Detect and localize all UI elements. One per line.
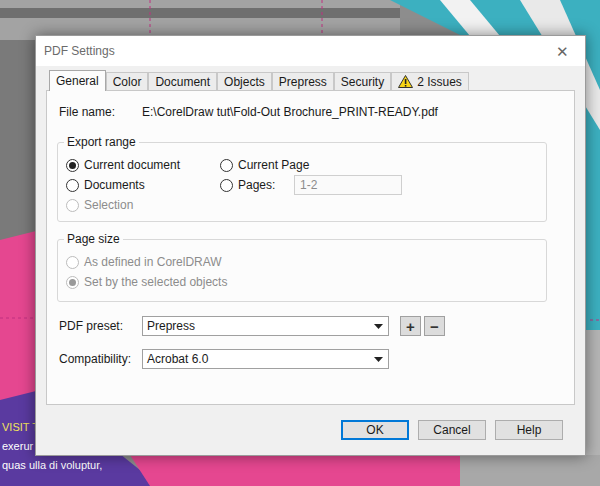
pages-label: Pages: [238,176,289,194]
button-label: Cancel [433,421,470,439]
radio-dot [69,279,76,286]
export-option[interactable]: Current document [66,155,220,175]
dialog-button[interactable]: OK [341,420,409,440]
warning-icon [398,75,413,88]
title-bar: PDF Settings ✕ [36,36,585,66]
pages-field: 1-2 [294,175,402,195]
radio-dot [69,162,76,169]
pdf-preset-dropdown[interactable]: Prepress [142,316,389,336]
window-title: PDF Settings [44,42,115,60]
group-title: Page size [64,232,123,246]
compatibility-row: Compatibility: Acrobat 6.0 [57,349,564,369]
radio-button[interactable] [220,179,233,192]
option-content: Documents [66,176,145,194]
option-label: Selection [84,196,133,214]
canvas-text: quas ulla di voluptur, [2,458,102,473]
option-content: Current Page [220,156,309,174]
tab-content: 2 Issues [398,73,462,91]
tab-content: Document [155,73,210,91]
tab-bar: General Color Document Objects Prepress Secur… [49,71,585,90]
compatibility-label: Compatibility: [59,350,142,368]
tab-content: General [56,72,99,90]
dialog-button[interactable]: Help [495,420,563,440]
export-option[interactable]: Current Page [220,155,546,175]
pdf-preset-label: PDF preset: [59,317,142,335]
tab-label: Color [113,73,142,91]
export-option[interactable]: Documents [66,175,220,195]
dropdown-arrow-icon [374,357,383,362]
radio-button[interactable] [66,179,79,192]
file-name-row: File name:E:\CorelDraw tut\Fold-Out Broc… [57,103,564,121]
option-label: Current Page [238,156,309,174]
file-name-value: E:\CorelDraw tut\Fold-Out Brochure_PRINT… [142,103,438,121]
page-size-option: Set by the selected objects [66,272,546,292]
radio-button[interactable] [66,159,79,172]
button-label: OK [366,421,383,439]
option-label: As defined in CorelDRAW [84,253,222,271]
tab-panel: File name:E:\CorelDraw tut\Fold-Out Broc… [46,90,575,405]
group-title: Export range [64,135,139,149]
pages-value: 1-2 [300,176,317,194]
page-size-group: Page sizeAs defined in CorelDRAWSet by t… [57,239,547,302]
tab-content: Color [113,73,142,91]
radio-button[interactable] [220,159,233,172]
option-content: Pages: 1-2 [220,175,402,195]
pdf-preset-row: PDF preset: Prepress +− [57,316,564,336]
button-row: OK Cancel Help [36,420,585,440]
pdf-preset-value: Prepress [147,317,195,335]
close-button[interactable]: ✕ [552,44,573,59]
tab[interactable]: 2 Issues [391,72,469,90]
export-option: Selection [66,195,220,215]
tab[interactable]: General [49,70,106,91]
option-label: Current document [84,156,180,174]
desktop: VISIT Texerurquas ulla di voluptur, PDF … [0,0,600,486]
pdf-settings-dialog: PDF Settings ✕ General Color Document Objects… [35,35,586,456]
button-label: Help [517,421,542,439]
tab[interactable]: Document [148,72,217,90]
option-content: Current document [66,156,180,174]
tab-label: Document [155,73,210,91]
radio-button [66,199,79,212]
option-content: Selection [66,196,133,214]
tab[interactable]: Objects [217,72,272,90]
radio-button [66,276,79,289]
export-range-group: Export rangeCurrent documentCurrent Page… [57,142,547,222]
export-option[interactable]: Pages: 1-2 [220,175,546,195]
page-size-option: As defined in CorelDRAW [66,252,546,272]
tab-content: Prepress [279,73,327,91]
tab[interactable]: Color [106,72,149,90]
export-options: Current document Current Page Documents Pag… [66,155,546,215]
tab-label: Prepress [279,73,327,91]
file-name-label: File name: [59,103,142,121]
dropdown-arrow-icon [374,324,383,329]
tab-content: Security [341,73,384,91]
tab-label: 2 Issues [417,73,462,91]
page-size-options: As defined in CorelDRAW Set by the select… [66,252,546,292]
add-preset-button[interactable]: + [400,316,421,336]
tab-label: Objects [224,73,265,91]
tab[interactable]: Security [334,72,391,90]
tab[interactable]: Prepress [272,72,334,90]
tab-content: Objects [224,73,265,91]
tab-label: General [56,72,99,90]
option-label: Set by the selected objects [84,273,227,291]
compatibility-dropdown[interactable]: Acrobat 6.0 [142,349,389,369]
remove-preset-button[interactable]: − [424,316,445,336]
option-label: Documents [84,176,145,194]
compatibility-value: Acrobat 6.0 [147,350,208,368]
preset-buttons: +− [400,316,445,336]
dialog-button[interactable]: Cancel [418,420,486,440]
radio-button [66,256,79,269]
tab-label: Security [341,73,384,91]
